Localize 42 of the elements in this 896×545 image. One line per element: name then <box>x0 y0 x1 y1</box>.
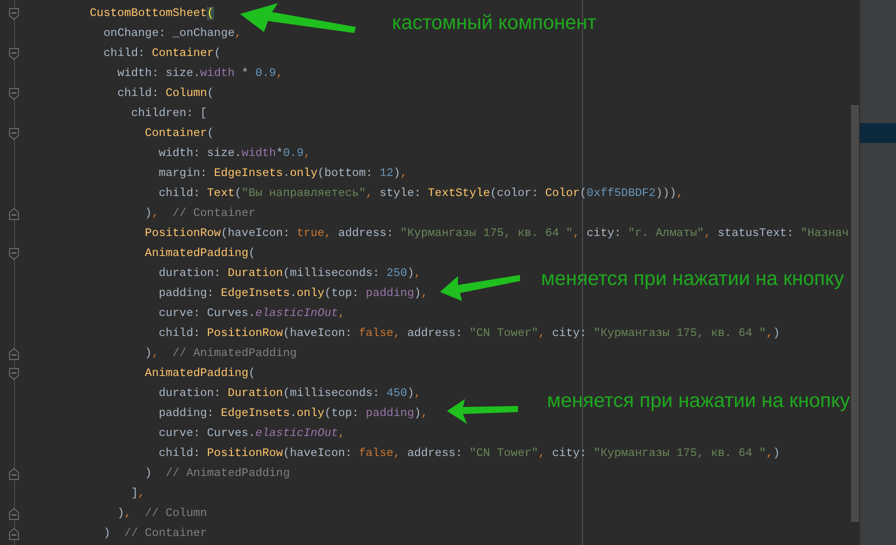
code-line: children: [ <box>131 106 208 122</box>
fold-icon[interactable] <box>9 8 19 20</box>
code-line: ), // Column <box>117 506 208 522</box>
code-line: onChange: _onChange, <box>104 26 242 42</box>
code-line: AnimatedPadding( <box>144 246 256 262</box>
code-line: margin: EdgeInsets.only(bottom: 12), <box>158 166 408 182</box>
code-line: width: size.width*0.9, <box>158 146 311 162</box>
code-line: padding: EdgeInsets.only(top: padding), <box>158 286 428 302</box>
fold-icon[interactable] <box>9 348 19 360</box>
annotation-text: кастомный компонент <box>392 11 596 35</box>
code-line: ], <box>131 486 145 502</box>
fold-icon[interactable] <box>9 88 19 100</box>
code-line: ) // AnimatedPadding <box>144 466 290 482</box>
code-line: child: Column( <box>117 86 214 102</box>
fold-icon[interactable] <box>9 368 19 380</box>
code-line: ) // Container <box>104 526 208 542</box>
code-line: AnimatedPadding( <box>144 366 256 382</box>
fold-icon[interactable] <box>9 208 19 220</box>
code-line: child: PositionRow(haveIcon: false, address: "CN Tower", city: "Курмангазы 175, кв. 64 ",) <box>158 446 780 462</box>
fold-icon[interactable] <box>9 528 19 540</box>
annotation-text: меняется при нажатии на кнопку <box>541 267 844 291</box>
code-line: padding: EdgeInsets.only(top: padding), <box>158 406 428 422</box>
fold-icon[interactable] <box>9 248 19 260</box>
code-line: width: size.width * 0.9, <box>117 66 283 82</box>
fold-icon[interactable] <box>9 468 19 480</box>
code-line: Container( <box>144 126 214 142</box>
code-line: curve: Curves.elasticInOut, <box>158 426 346 442</box>
fold-icon[interactable] <box>9 508 19 520</box>
fold-icon[interactable] <box>9 128 19 140</box>
code-line: PositionRow(haveIcon: true, address: "Курмангазы 175, кв. 64 ", city: "г. Алматы", statusText: "Назнач <box>144 226 849 242</box>
scrollbar-thumb[interactable] <box>851 105 859 522</box>
code-line: ), // AnimatedPadding <box>144 346 297 362</box>
annotation-text: меняется при нажатии на кнопку <box>547 389 850 413</box>
code-line: ), // Container <box>144 206 256 222</box>
code-line: child: PositionRow(haveIcon: false, address: "CN Tower", city: "Курмангазы 175, кв. 64 ",) <box>158 326 780 342</box>
code-line: CustomBottomSheet( <box>90 6 214 22</box>
code-line: duration: Duration(milliseconds: 450), <box>158 386 422 402</box>
fold-icon[interactable] <box>9 48 19 60</box>
code-line: duration: Duration(milliseconds: 250), <box>158 266 422 282</box>
code-line: child: Text("Вы направляетесь", style: TextStyle(color: Color(0xff5DBDF2))), <box>158 186 684 202</box>
code-line: curve: Curves.elasticInOut, <box>158 306 346 322</box>
code-line: child: Container( <box>104 46 221 62</box>
